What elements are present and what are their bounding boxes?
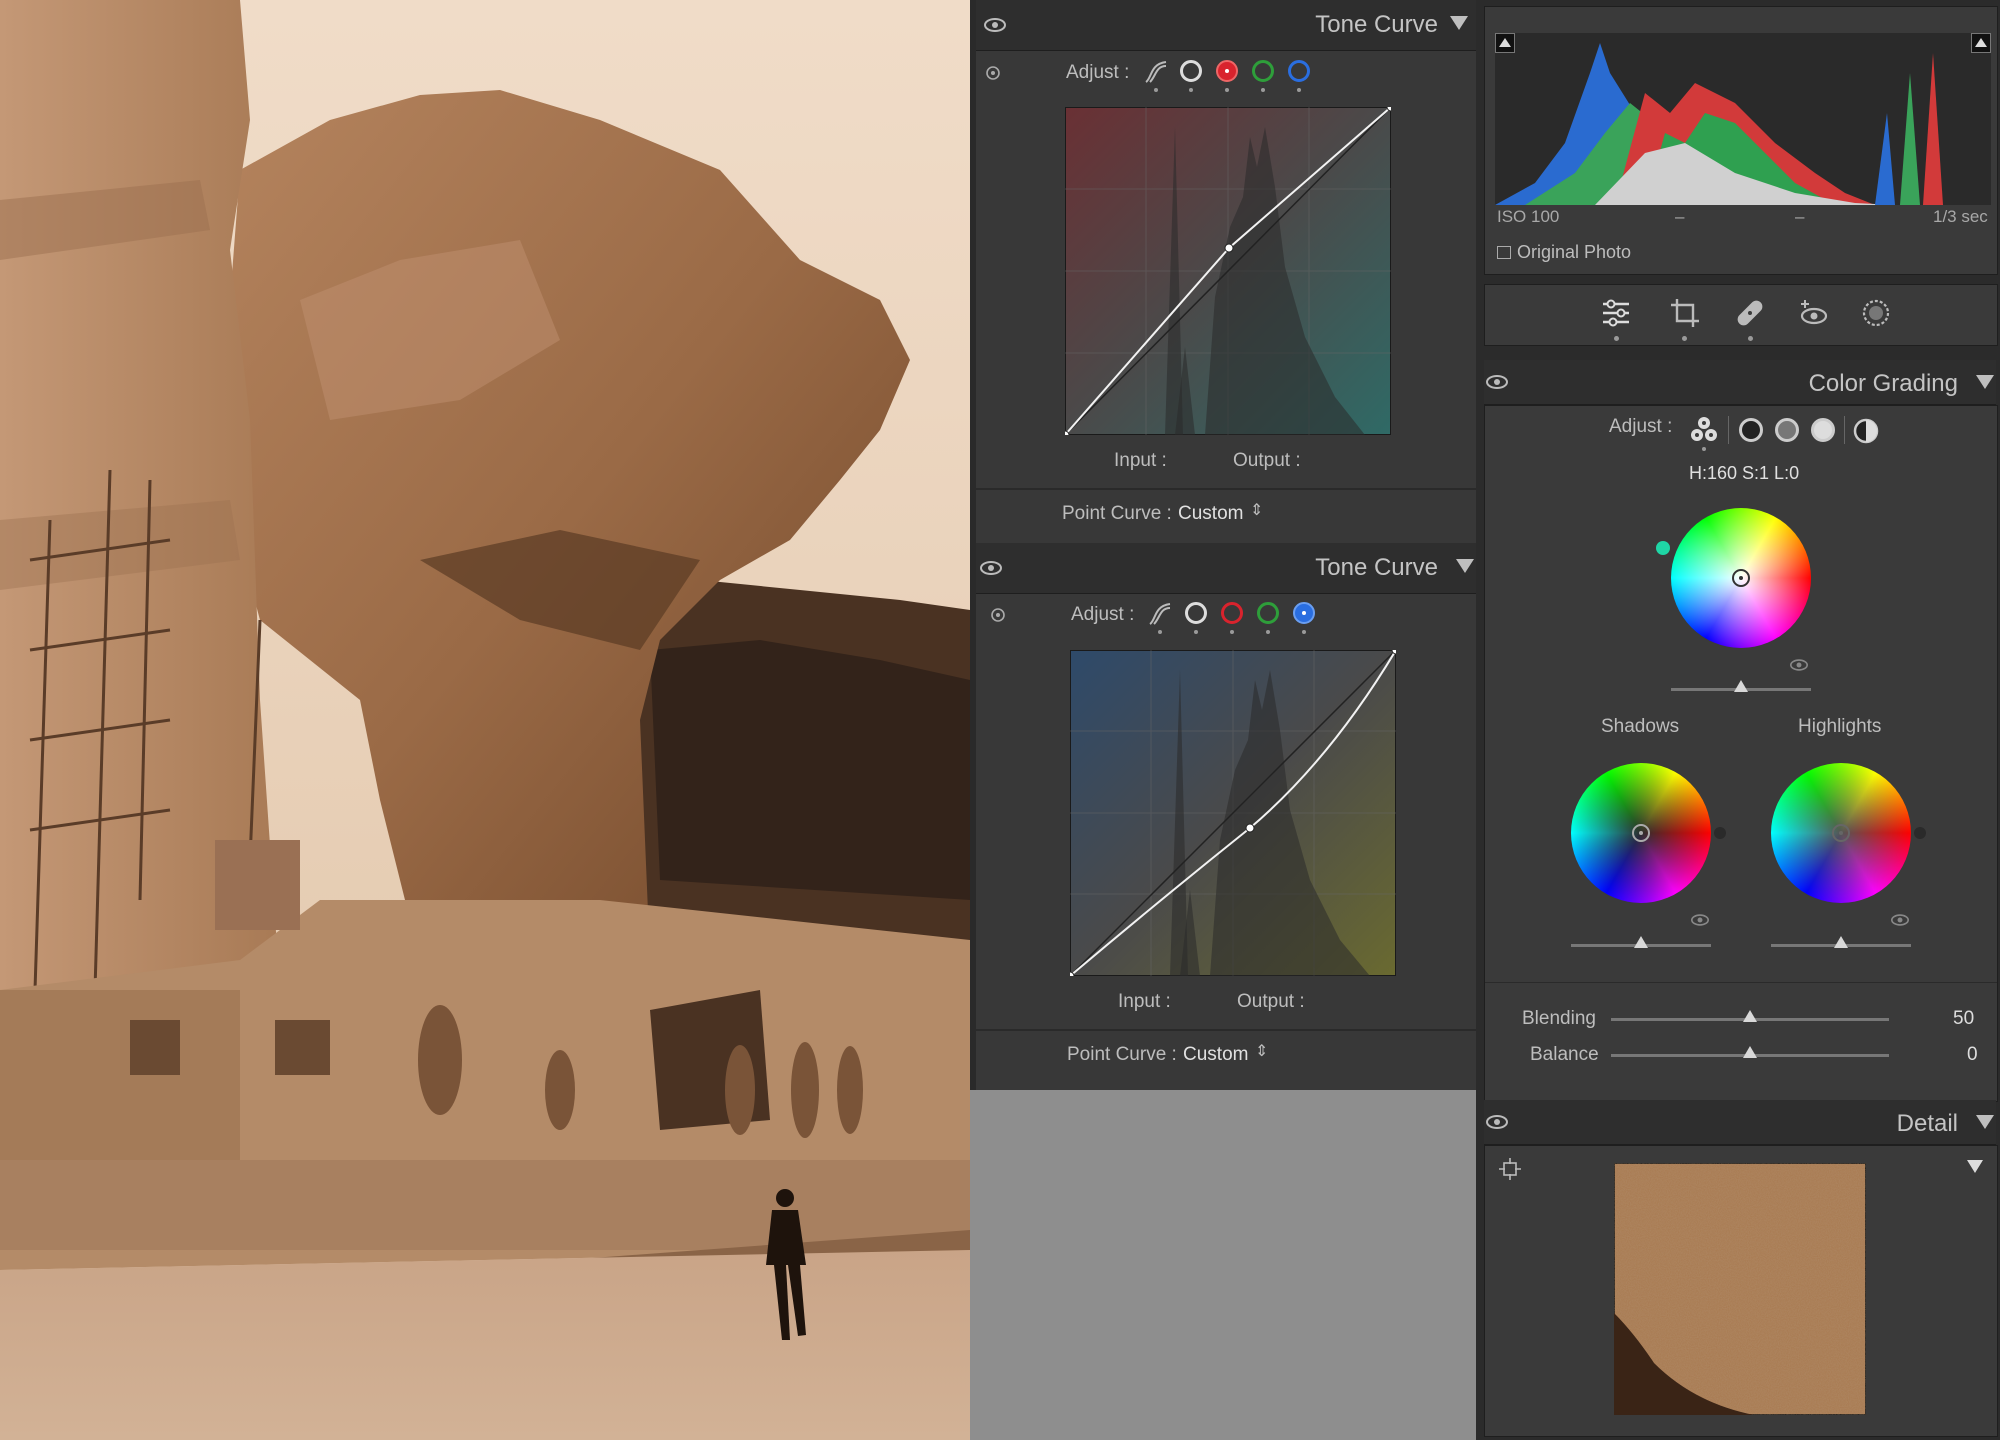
- sepia-photo-image: [0, 0, 970, 1440]
- luminance-slider-thumb[interactable]: [1734, 680, 1748, 692]
- three-way-icon[interactable]: [1689, 415, 1719, 443]
- original-photo-label: Original Photo: [1517, 242, 1632, 262]
- point-curve-select[interactable]: Custom: [1183, 1044, 1248, 1066]
- collapse-icon[interactable]: [1976, 375, 1994, 389]
- hsl-readout: H:160 S:1 L:0: [1689, 463, 1800, 483]
- empty-area: [970, 1090, 1476, 1440]
- detail-panel: [1484, 1145, 1998, 1437]
- focal-length-value: –: [1675, 207, 1685, 226]
- parametric-curve-icon[interactable]: [1142, 58, 1170, 86]
- eye-icon[interactable]: [1790, 659, 1808, 671]
- highlights-label: Highlights: [1798, 716, 1882, 737]
- balance-label: Balance: [1530, 1044, 1599, 1065]
- balance-value[interactable]: 0: [1967, 1044, 1978, 1066]
- hue-handle[interactable]: [1656, 541, 1670, 555]
- tool-strip: [1484, 284, 1998, 346]
- eye-icon[interactable]: [1691, 914, 1709, 926]
- adjust-label: Adjust :: [1066, 62, 1130, 83]
- shadows-hue-handle[interactable]: [1714, 827, 1726, 839]
- photo-preview: [0, 0, 970, 1440]
- eye-icon[interactable]: [1486, 1115, 1508, 1129]
- collapse-icon[interactable]: [1456, 559, 1474, 573]
- highlight-clipping-toggle[interactable]: [1971, 33, 1991, 53]
- detail-title: Detail: [1896, 1110, 1958, 1137]
- adjust-label: Adjust :: [1071, 604, 1135, 625]
- healing-bandage-icon[interactable]: [1733, 296, 1767, 330]
- target-adjust-icon[interactable]: [985, 65, 1001, 81]
- output-label: Output :: [1233, 450, 1301, 471]
- shadows-label: Shadows: [1601, 716, 1680, 737]
- tone-curve-1-header[interactable]: Tone Curve: [976, 0, 1476, 51]
- eye-icon[interactable]: [1486, 375, 1508, 389]
- tone-curve-1-graph[interactable]: [1065, 107, 1391, 435]
- input-label: Input :: [1114, 450, 1167, 471]
- eye-icon[interactable]: [984, 18, 1006, 32]
- blending-label: Blending: [1522, 1008, 1596, 1029]
- blending-slider-thumb[interactable]: [1743, 1010, 1757, 1022]
- select-arrows-icon[interactable]: ⇕: [1255, 1041, 1268, 1061]
- output-label: Output :: [1237, 991, 1305, 1012]
- histogram-panel: ISO 100 – – 1/3 sec Original Photo: [1484, 6, 1998, 275]
- eye-icon[interactable]: [980, 561, 1002, 575]
- select-arrows-icon[interactable]: ⇕: [1250, 500, 1263, 520]
- input-label: Input :: [1118, 991, 1171, 1012]
- highlights-hue-handle[interactable]: [1914, 827, 1926, 839]
- tone-curve-1-title: Tone Curve: [1315, 11, 1438, 38]
- global-wheel-icon[interactable]: [1853, 418, 1879, 444]
- channel-green-button[interactable]: [1252, 60, 1274, 82]
- color-grading-panel: Adjust : H:160 S:1 L:0 Shadows Highlight…: [1484, 405, 1998, 1102]
- point-curve-select[interactable]: Custom: [1178, 503, 1243, 525]
- tone-curve-2-header[interactable]: Tone Curve: [976, 543, 1476, 594]
- midtones-color-wheel[interactable]: [1671, 508, 1811, 648]
- highlights-color-wheel[interactable]: [1771, 763, 1911, 903]
- edit-sliders-icon[interactable]: [1599, 296, 1633, 330]
- shadows-luminance-thumb[interactable]: [1634, 936, 1648, 948]
- shadows-color-wheel[interactable]: [1571, 763, 1711, 903]
- iso-value: ISO 100: [1497, 207, 1560, 226]
- channel-rgb-button[interactable]: [1185, 602, 1207, 624]
- detail-preview-toggle-icon[interactable]: [1967, 1160, 1983, 1173]
- midtones-wheel-button[interactable]: [1775, 418, 1799, 442]
- masking-icon[interactable]: [1859, 296, 1893, 330]
- detail-preview-image[interactable]: [1614, 1163, 1866, 1415]
- channel-green-button[interactable]: [1257, 602, 1279, 624]
- parametric-curve-icon[interactable]: [1146, 600, 1174, 628]
- shadow-clipping-toggle[interactable]: [1495, 33, 1515, 53]
- original-photo-checkbox[interactable]: [1497, 246, 1511, 259]
- blending-value[interactable]: 50: [1953, 1008, 1974, 1030]
- point-curve-label: Point Curve :: [1062, 503, 1172, 524]
- point-curve-label: Point Curve :: [1067, 1044, 1177, 1065]
- channel-blue-button[interactable]: [1288, 60, 1310, 82]
- tone-curve-2-graph[interactable]: [1070, 650, 1396, 976]
- channel-red-button[interactable]: [1221, 602, 1243, 624]
- color-grading-header[interactable]: Color Grading: [1484, 360, 1996, 405]
- aperture-value: –: [1795, 207, 1805, 226]
- target-adjust-icon[interactable]: [990, 607, 1006, 623]
- shadows-wheel-button[interactable]: [1739, 418, 1763, 442]
- channel-blue-button[interactable]: [1293, 602, 1315, 624]
- channel-red-button[interactable]: [1216, 60, 1238, 82]
- channel-rgb-button[interactable]: [1180, 60, 1202, 82]
- adjust-label: Adjust :: [1609, 416, 1673, 437]
- collapse-icon[interactable]: [1450, 16, 1468, 30]
- detail-target-icon[interactable]: [1499, 1158, 1521, 1180]
- tone-curve-2-title: Tone Curve: [1315, 554, 1438, 581]
- balance-slider-thumb[interactable]: [1743, 1046, 1757, 1058]
- eye-icon[interactable]: [1891, 914, 1909, 926]
- shutter-value: 1/3 sec: [1933, 207, 1988, 226]
- collapse-icon[interactable]: [1976, 1115, 1994, 1129]
- highlights-wheel-button[interactable]: [1811, 418, 1835, 442]
- color-grading-title: Color Grading: [1808, 370, 1958, 397]
- detail-header[interactable]: Detail: [1484, 1100, 1996, 1145]
- highlights-luminance-thumb[interactable]: [1834, 936, 1848, 948]
- red-eye-icon[interactable]: [1797, 296, 1831, 330]
- crop-icon[interactable]: [1668, 296, 1702, 330]
- histogram-graph: [1495, 33, 1991, 205]
